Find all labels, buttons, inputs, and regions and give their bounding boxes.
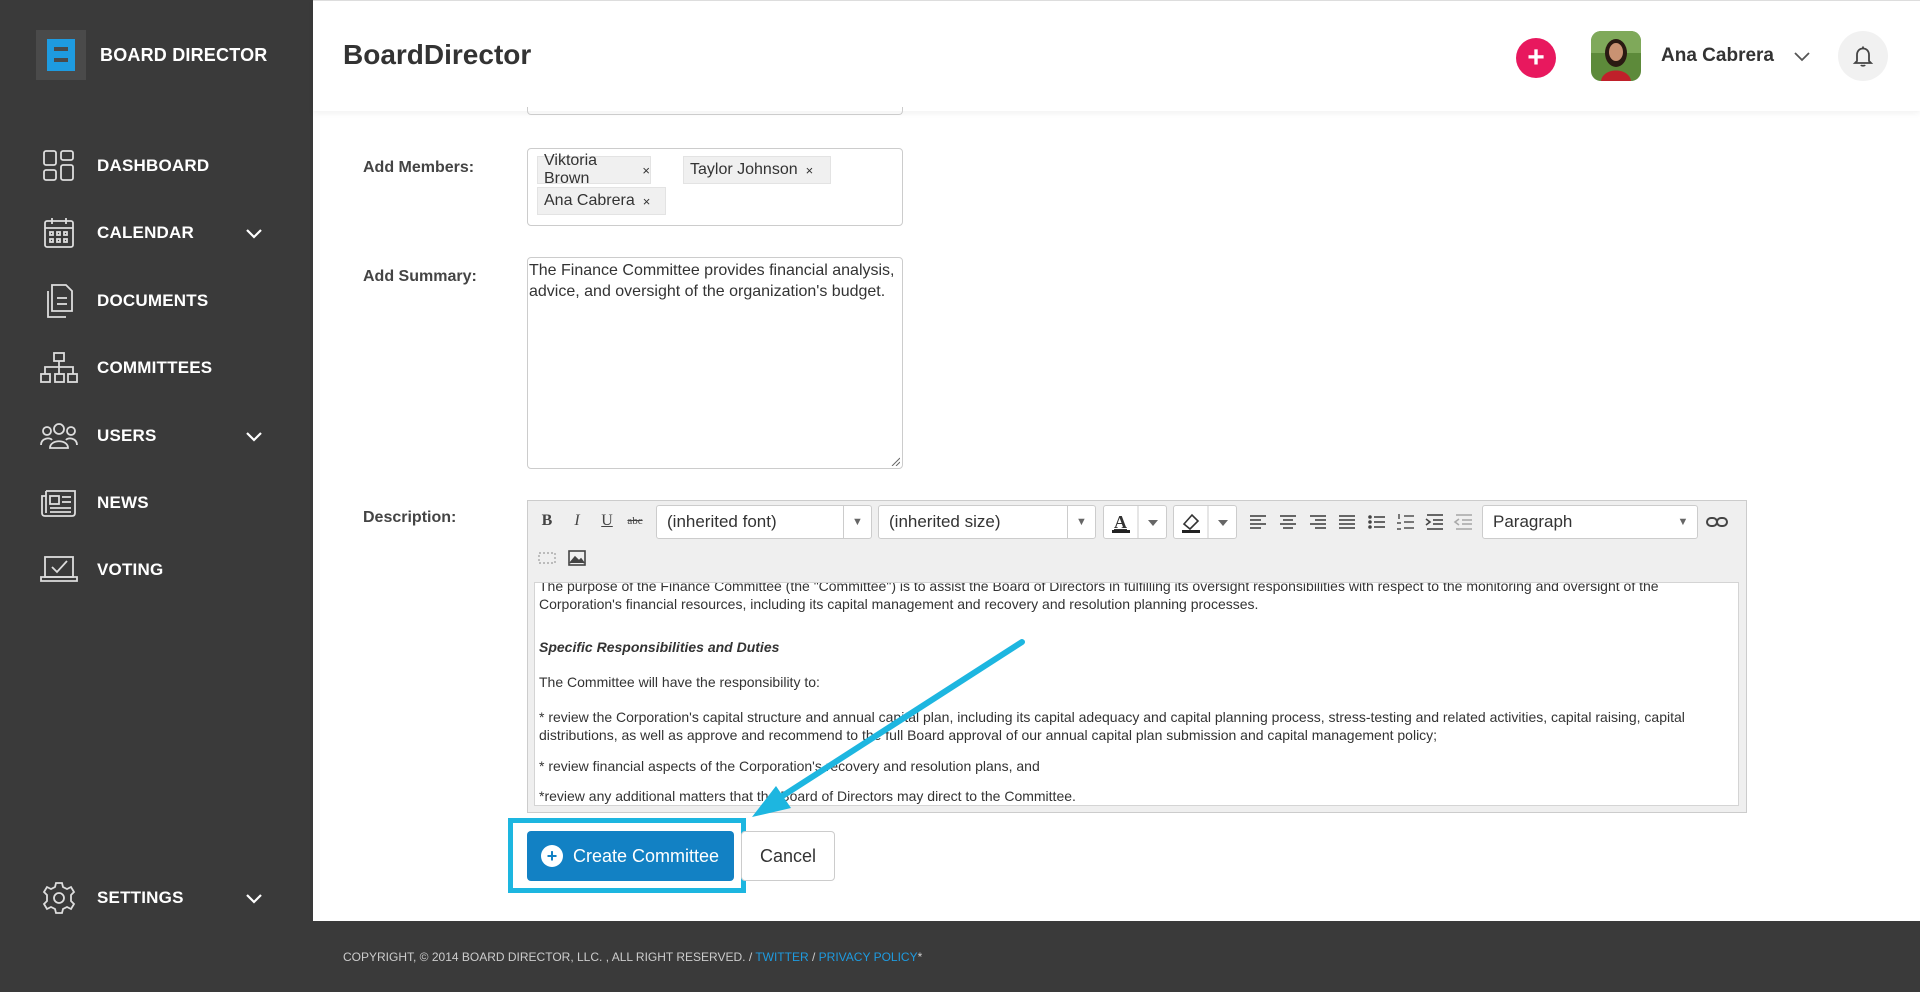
copyright-text: COPYRIGHT, © 2014 BOARD DIRECTOR, LLC. ,… (343, 950, 756, 964)
privacy-policy-link[interactable]: PRIVACY POLICY (819, 950, 918, 964)
annotation-arrow-icon (752, 639, 1025, 817)
footer-text: COPYRIGHT, © 2014 BOARD DIRECTOR, LLC. ,… (343, 950, 922, 964)
twitter-link[interactable]: TWITTER (755, 950, 808, 964)
footer: COPYRIGHT, © 2014 BOARD DIRECTOR, LLC. ,… (313, 921, 1920, 992)
footer-asterisk: * (917, 950, 923, 964)
footer-separator: / (808, 950, 819, 964)
